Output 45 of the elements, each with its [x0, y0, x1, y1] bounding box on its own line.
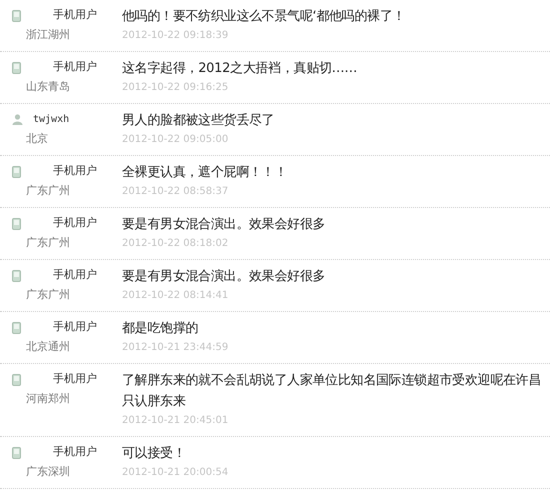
user-location: 山东青岛 [25, 79, 71, 95]
comment-text: 全裸更认真，遮个屁啊！！！ [122, 164, 288, 182]
comment-text: 要是有男女混合演出。效果会好很多 [122, 216, 326, 234]
comment-time: 2012-10-22 09:16:25 [122, 81, 230, 95]
user-name[interactable]: 手机用户 [53, 59, 97, 76]
user-location: 河南郑州 [25, 391, 71, 407]
phone-icon [12, 62, 21, 74]
user-location: 广东广州 [25, 287, 71, 303]
user-name[interactable]: 手机用户 [53, 267, 97, 284]
user-name[interactable]: 手机用户 [53, 7, 97, 24]
comment-text: 了解胖东来的就不会乱胡说了人家单位比知名国际连锁超市受欢迎呢在许昌只认胖东来 [122, 372, 542, 411]
user-name[interactable]: twjwxh [33, 112, 70, 127]
user-location: 广东广州 [25, 183, 71, 199]
user-name[interactable]: 手机用户 [53, 163, 97, 180]
phone-icon [12, 374, 21, 386]
phone-icon [12, 166, 21, 178]
user-name[interactable]: 手机用户 [53, 371, 97, 388]
comment-time: 2012-10-22 08:14:41 [122, 289, 230, 303]
user-location: 浙江湖州 [25, 27, 71, 43]
comment-time: 2012-10-22 09:05:00 [122, 133, 230, 147]
comment-text: 可以接受！ [122, 445, 187, 463]
comment-time: 2012-10-21 20:45:01 [122, 414, 230, 428]
user-location: 北京 [25, 131, 49, 147]
comment-text: 他吗的！要不纺织业这么不景气呢‘都他吗的裸了！ [122, 8, 406, 26]
user-name[interactable]: 手机用户 [53, 215, 97, 232]
user-location: 广东深圳 [25, 464, 71, 480]
user-location: 北京通州 [25, 339, 71, 355]
phone-icon [12, 10, 21, 22]
comment-time: 2012-10-22 09:18:39 [122, 29, 230, 43]
comment-time: 2012-10-22 08:58:37 [122, 185, 230, 199]
phone-icon [12, 270, 21, 282]
comment-time: 2012-10-21 23:44:59 [122, 341, 230, 355]
phone-icon [12, 446, 21, 458]
comment-time: 2012-10-21 20:00:54 [122, 466, 230, 480]
comment-text: 这名字起得，2012之大捂裆，真贴切…… [122, 60, 358, 78]
user-name[interactable]: 手机用户 [53, 444, 97, 461]
comment-time: 2012-10-22 08:18:02 [122, 237, 230, 251]
comment-text: 男人的脸都被这些货丢尽了 [122, 112, 276, 130]
comment-text: 都是吃饱撑的 [122, 320, 200, 338]
comment-text: 要是有男女混合演出。效果会好很多 [122, 268, 326, 286]
user-name[interactable]: 手机用户 [53, 319, 97, 336]
phone-icon [12, 218, 21, 230]
person-icon [12, 114, 23, 125]
phone-icon [12, 322, 21, 334]
user-location: 广东广州 [25, 235, 71, 251]
